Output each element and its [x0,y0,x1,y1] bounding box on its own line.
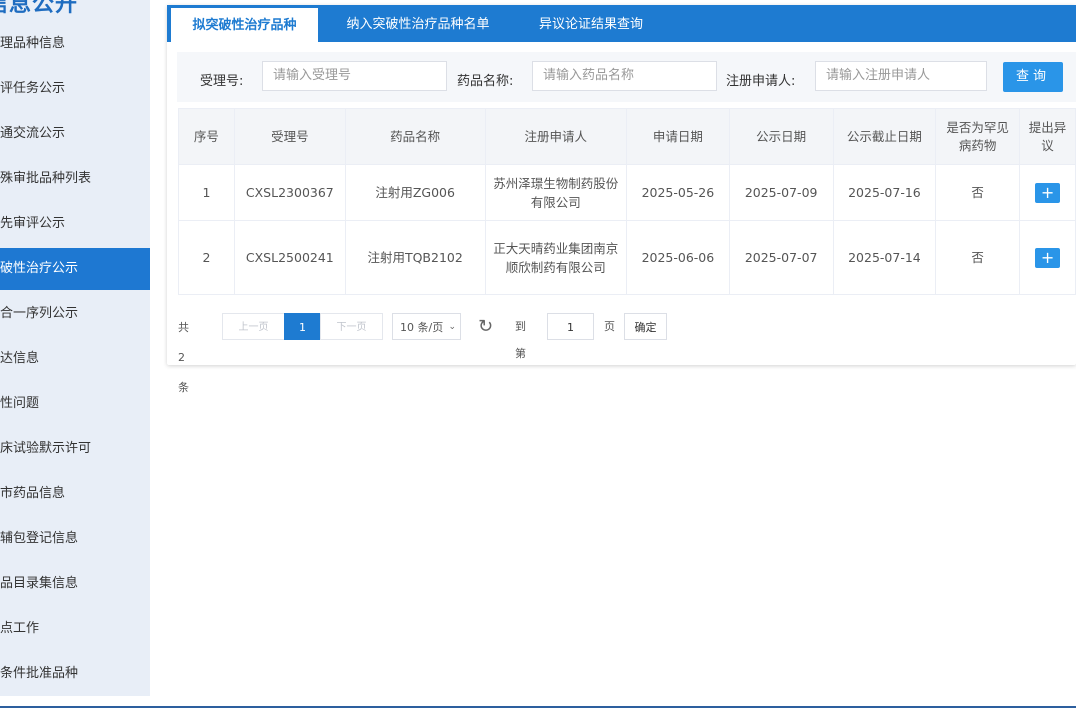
raise-objection-button[interactable]: + [1035,247,1061,268]
cell-publish-date: 2025-07-09 [728,164,834,221]
cell-apply-date: 2025-06-06 [626,220,730,295]
tab-proposed-breakthrough[interactable]: 拟突破性治疗品种 [171,8,318,42]
sidebar-item-label: 重点工作 [0,621,40,636]
sidebar-item-label: 药品目录集信息 [0,576,79,591]
sidebar-item-label: 原辅包登记信息 [0,531,79,546]
cell-drug-name: 注射用ZG006 [344,164,486,221]
sidebar-item-review-tasks[interactable]: 审评任务公示 [0,68,150,110]
sidebar-item-key-work[interactable]: 重点工作 [0,608,150,650]
sidebar: 信息公开 受理品种信息 审评任务公示 沟通交流公示 特殊审批品种列表 优先审评公… [0,0,150,696]
col-header: 药品名称 [344,108,486,165]
page-1-button[interactable]: 1 [284,313,321,340]
drug-name-label: 药品名称: [457,74,514,89]
col-header: 注册申请人 [484,108,628,165]
sidebar-item-three-in-one[interactable]: 三合一序列公示 [0,293,150,335]
page-unit-label: 页 [604,320,615,333]
sidebar-item-communication[interactable]: 沟通交流公示 [0,113,150,155]
sidebar-item-priority-review[interactable]: 优先审评公示 [0,203,150,245]
accept-no-label: 受理号: [200,74,244,89]
sidebar-item-delivery-info[interactable]: 送达信息 [0,338,150,380]
sidebar-item-marketed-drugs[interactable]: 上市药品信息 [0,473,150,515]
col-header: 提出异议 [1019,108,1076,165]
refresh-icon[interactable]: ↻ [478,313,493,340]
sidebar-item-breakthrough-therapy[interactable]: 突破性治疗公示 [0,248,150,290]
raise-objection-button[interactable]: + [1035,182,1061,203]
tab-included-breakthrough-list[interactable]: 纳入突破性治疗品种名单 [333,5,503,42]
next-page-button[interactable]: 下一页 [320,313,383,340]
confirm-goto-button[interactable]: 确定 [624,313,667,340]
sidebar-item-label: 送达信息 [0,351,40,366]
sidebar-title: 信息公开 [0,0,79,17]
cell-index: 2 [178,220,235,295]
sidebar-item-label: 沟通交流公示 [0,126,66,141]
cell-objection: + [1019,220,1076,295]
chevron-down-icon: ⌄ [448,322,456,332]
col-header: 序号 [178,108,235,165]
prev-page-button[interactable]: 上一页 [222,313,285,340]
sidebar-item-excipient-registration[interactable]: 原辅包登记信息 [0,518,150,560]
sidebar-item-label: 受理品种信息 [0,36,66,51]
cell-applicant: 正大天晴药业集团南京顺欣制药有限公司 [484,220,628,295]
tab-bar: 拟突破性治疗品种 纳入突破性治疗品种名单 异议论证结果查询 [167,5,1076,42]
cell-accept-no: CXSL2500241 [233,220,346,295]
page-size-select[interactable]: 10 条/页 ⌄ [392,313,461,340]
drug-name-input[interactable]: 请输入药品名称 [532,61,717,91]
table-row: 1 CXSL2300367 注射用ZG006 苏州泽璟生物制药股份有限公司 20… [178,164,1076,221]
cell-deadline: 2025-07-14 [832,220,937,295]
sidebar-item-common-issues[interactable]: 共性问题 [0,383,150,425]
sidebar-item-drug-catalog[interactable]: 药品目录集信息 [0,563,150,605]
sidebar-item-label: 优先审评公示 [0,216,66,231]
cell-deadline: 2025-07-16 [832,164,937,221]
sidebar-item-label: 上市药品信息 [0,486,66,501]
applicant-label: 注册申请人: [726,74,796,89]
cell-index: 1 [178,164,235,221]
accept-no-input[interactable]: 请输入受理号 [262,61,447,91]
page-size-value: 10 条/页 [400,321,444,334]
sidebar-item-label: 临床试验默示许可 [0,441,92,456]
search-bar: 受理号: 请输入受理号 药品名称: 请输入药品名称 注册申请人: 请输入注册申请… [177,52,1076,102]
results-table: 序号 受理号 药品名称 注册申请人 申请日期 公示日期 公示截止日期 是否为罕见… [178,108,1076,295]
goto-page-input[interactable]: 1 [547,313,594,340]
applicant-input[interactable]: 请输入注册申请人 [815,61,987,91]
query-button[interactable]: 查询 [1003,62,1063,92]
cell-accept-no: CXSL2300367 [233,164,346,221]
cell-publish-date: 2025-07-07 [728,220,834,295]
sidebar-item-clinical-trial[interactable]: 临床试验默示许可 [0,428,150,470]
col-header: 公示截止日期 [832,108,937,165]
col-header: 受理号 [233,108,346,165]
sidebar-item-label: 特殊审批品种列表 [0,171,92,186]
cell-rare-disease: 否 [935,220,1021,295]
table-row: 2 CXSL2500241 注射用TQB2102 正大天晴药业集团南京顺欣制药有… [178,220,1076,295]
col-header: 公示日期 [728,108,834,165]
sidebar-item-label: 三合一序列公示 [0,306,79,321]
sidebar-item-accepted-varieties[interactable]: 受理品种信息 [0,23,150,65]
sidebar-item-label: 突破性治疗公示 [0,261,79,276]
cell-apply-date: 2025-05-26 [626,164,730,221]
col-header: 申请日期 [626,108,730,165]
pagination-total: 共 2 条 [178,321,189,394]
sidebar-item-label: 附条件批准品种 [0,666,79,681]
sidebar-item-special-approval[interactable]: 特殊审批品种列表 [0,158,150,200]
table-header-row: 序号 受理号 药品名称 注册申请人 申请日期 公示日期 公示截止日期 是否为罕见… [178,108,1076,165]
sidebar-item-conditional-approval[interactable]: 附条件批准品种 [0,653,150,695]
cell-objection: + [1019,164,1076,221]
content-panel: 拟突破性治疗品种 纳入突破性治疗品种名单 异议论证结果查询 受理号: 请输入受理… [167,5,1076,394]
sidebar-item-label: 共性问题 [0,396,40,411]
cell-applicant: 苏州泽璟生物制药股份有限公司 [484,164,628,221]
cell-rare-disease: 否 [935,164,1021,221]
tab-objection-results[interactable]: 异议论证结果查询 [523,5,659,42]
cell-drug-name: 注射用TQB2102 [344,220,486,295]
goto-label: 到第 [515,320,526,360]
col-header: 是否为罕见病药物 [935,108,1021,165]
bottom-divider [0,706,1076,708]
sidebar-item-label: 审评任务公示 [0,81,66,96]
